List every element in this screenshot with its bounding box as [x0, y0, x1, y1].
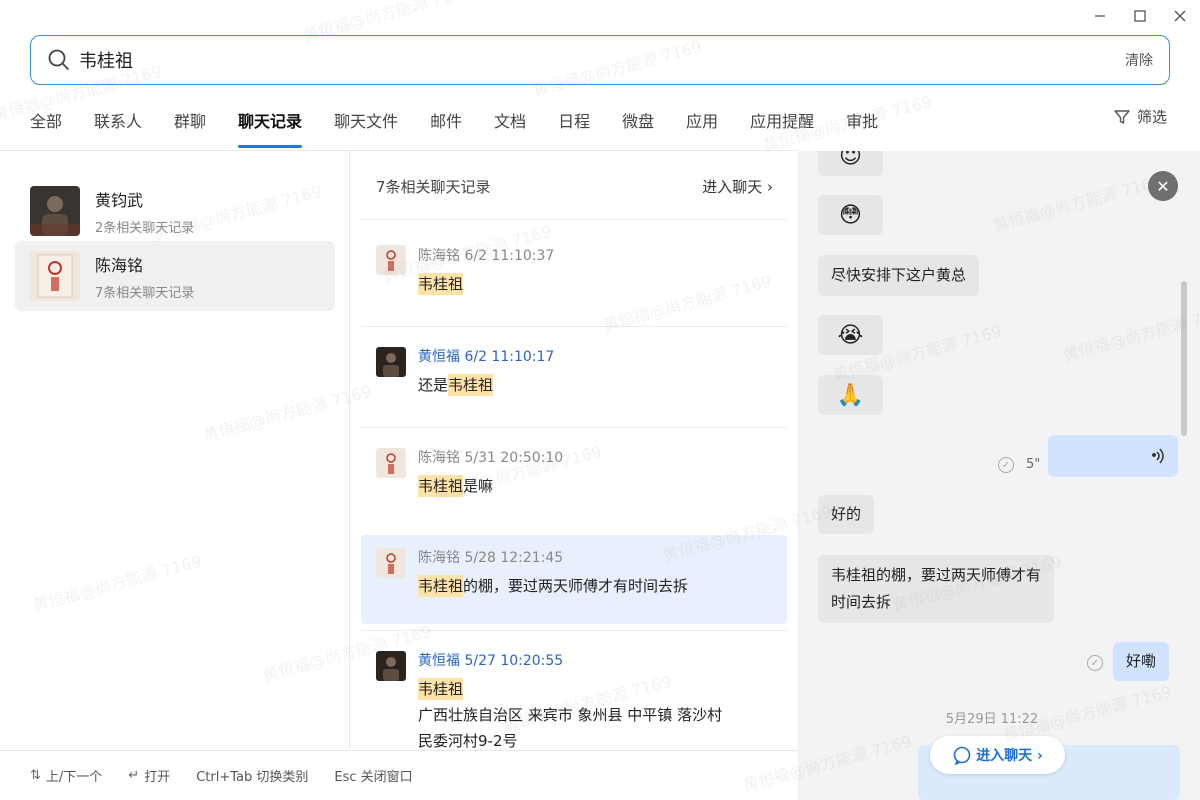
avatar	[376, 347, 406, 377]
search-bar: 清除	[30, 35, 1170, 85]
shortcut-hints: ⇅ 上/下一个 ↵ 打开 Ctrl+Tab 切换类别 Esc 关闭窗口	[0, 750, 798, 800]
avatar	[376, 448, 406, 478]
tab-docs[interactable]: 文档	[494, 100, 526, 148]
message-meta: 陈海铭 5/31 20:50:10	[418, 450, 564, 466]
tab-app-reminders[interactable]: 应用提醒	[750, 100, 814, 148]
search-highlight: 韦桂祖	[448, 374, 494, 396]
chat-results: 7条相关聊天记录 进入聊天 › 陈海铭 6/2 11:10:37 韦桂祖 黄恒福…	[351, 151, 797, 749]
avatar	[30, 186, 80, 236]
tab-chat-files[interactable]: 聊天文件	[334, 100, 398, 148]
message-timestamp: 5月29日 11:22	[945, 712, 1039, 727]
results-header: 7条相关聊天记录 进入聊天 ›	[376, 176, 773, 197]
avatar	[30, 251, 80, 301]
hint-switch-category: Ctrl+Tab 切换类别	[196, 770, 309, 785]
message-text: 韦桂祖的棚，要过两天师傅才有时间去拆	[418, 575, 689, 597]
search-highlight: 韦桂祖	[418, 575, 464, 597]
filter-icon	[1114, 109, 1130, 124]
text-message: 韦桂祖的棚，要过两天师傅才有 时间去拆	[818, 555, 1055, 623]
text-message: 好的	[818, 495, 875, 534]
tab-calendar[interactable]: 日程	[558, 100, 590, 148]
search-highlight: 韦桂祖	[418, 678, 464, 700]
minimize-icon[interactable]	[1080, 0, 1120, 32]
tab-apps[interactable]: 应用	[686, 100, 718, 148]
hint-navigate: ⇅ 上/下一个	[30, 768, 103, 785]
text-message: 尽快安排下这户黄总	[818, 255, 980, 296]
chat-preview: 😇 😳 ✕ 尽快安排下这户黄总 😭 🙏 ✓ 5" 好的 韦桂祖的棚，要过两天师傅…	[798, 151, 1200, 800]
message-meta: 黄恒福 5/27 10:20:55	[418, 653, 564, 669]
voice-icon	[1152, 448, 1164, 464]
search-icon	[47, 48, 71, 72]
tab-chat-history[interactable]: 聊天记录	[238, 100, 303, 148]
avatar	[376, 651, 406, 681]
tab-group-chats[interactable]: 群聊	[174, 100, 206, 148]
contact-name: 陈海铭	[95, 255, 144, 275]
enter-icon: ↵	[128, 768, 140, 783]
contact-match-count: 7条相关聊天记录	[95, 285, 195, 301]
avatar	[376, 245, 406, 275]
tab-approvals[interactable]: 审批	[846, 100, 878, 148]
message-text: 还是韦桂祖	[418, 374, 494, 396]
emoji-message: 😳	[818, 195, 883, 235]
close-window-icon[interactable]	[1160, 0, 1200, 32]
result-message[interactable]: 陈海铭 6/2 11:10:37 韦桂祖	[361, 219, 787, 320]
tab-all[interactable]: 全部	[30, 100, 62, 148]
contact-list: 黄钧武 2条相关聊天记录 陈海铭 7条相关聊天记录	[0, 151, 350, 749]
result-message[interactable]: 陈海铭 5/31 20:50:10 韦桂祖是嘛	[361, 427, 787, 528]
contact-match-count: 2条相关聊天记录	[95, 220, 195, 236]
category-tabs: 全部 联系人 群聊 聊天记录 聊天文件 邮件 文档 日程 微盘 应用 应用提醒 …	[30, 100, 910, 150]
text-message-sent: 好嘞	[1113, 642, 1170, 681]
message-meta: 陈海铭 6/2 11:10:37	[418, 248, 555, 264]
enter-chat-button[interactable]: 进入聊天 ›	[930, 736, 1065, 774]
enter-chat-link[interactable]: 进入聊天 ›	[702, 176, 773, 197]
message-meta: 陈海铭 5/28 12:21:45	[418, 550, 564, 566]
scrollbar[interactable]	[1181, 281, 1187, 436]
result-message-selected[interactable]: 陈海铭 5/28 12:21:45 韦桂祖的棚，要过两天师傅才有时间去拆	[361, 535, 787, 624]
up-down-icon: ⇅	[30, 768, 41, 783]
contact-item[interactable]: 陈海铭 7条相关聊天记录	[15, 241, 335, 311]
message-meta: 黄恒福 6/2 11:10:17	[418, 349, 555, 365]
hint-close-window: Esc 关闭窗口	[334, 770, 413, 785]
emoji-message: 🙏	[818, 375, 883, 415]
message-text: 韦桂祖	[418, 271, 787, 297]
tab-drive[interactable]: 微盘	[622, 100, 654, 148]
read-check-icon: ✓	[998, 457, 1014, 473]
hint-open: ↵ 打开	[128, 768, 171, 785]
emoji-message: 😭	[818, 315, 883, 355]
tab-contacts[interactable]: 联系人	[94, 100, 142, 148]
search-highlight: 韦桂祖	[418, 273, 464, 295]
contact-name: 黄钧武	[95, 190, 144, 210]
close-preview-icon[interactable]: ✕	[1148, 171, 1178, 201]
chat-bubble-icon	[953, 746, 971, 765]
results-count: 7条相关聊天记录	[376, 178, 491, 196]
window-controls	[1080, 0, 1200, 32]
filter-label: 筛选	[1136, 108, 1167, 126]
filter-button[interactable]: 筛选	[1113, 106, 1167, 127]
voice-message[interactable]	[1048, 435, 1178, 477]
search-highlight: 韦桂祖	[418, 475, 464, 497]
emoji-message: 😇	[818, 151, 883, 176]
tab-mail[interactable]: 邮件	[430, 100, 462, 148]
message-text: 韦桂祖 广西壮族自治区 来宾市 象州县 中平镇 落沙村 民委河村9-2号	[418, 678, 723, 749]
message-text: 韦桂祖是嘛	[418, 475, 494, 497]
search-input[interactable]	[79, 49, 1125, 71]
maximize-icon[interactable]	[1120, 0, 1160, 32]
voice-duration: 5"	[1026, 457, 1041, 472]
contact-item[interactable]: 黄钧武 2条相关聊天记录	[15, 176, 335, 246]
avatar	[376, 548, 406, 578]
result-message[interactable]: 黄恒福 5/27 10:20:55 韦桂祖 广西壮族自治区 来宾市 象州县 中平…	[361, 630, 787, 749]
clear-button[interactable]: 清除	[1125, 50, 1153, 70]
result-message[interactable]: 黄恒福 6/2 11:10:17 还是韦桂祖	[361, 326, 787, 427]
read-check-icon: ✓	[1087, 655, 1103, 671]
